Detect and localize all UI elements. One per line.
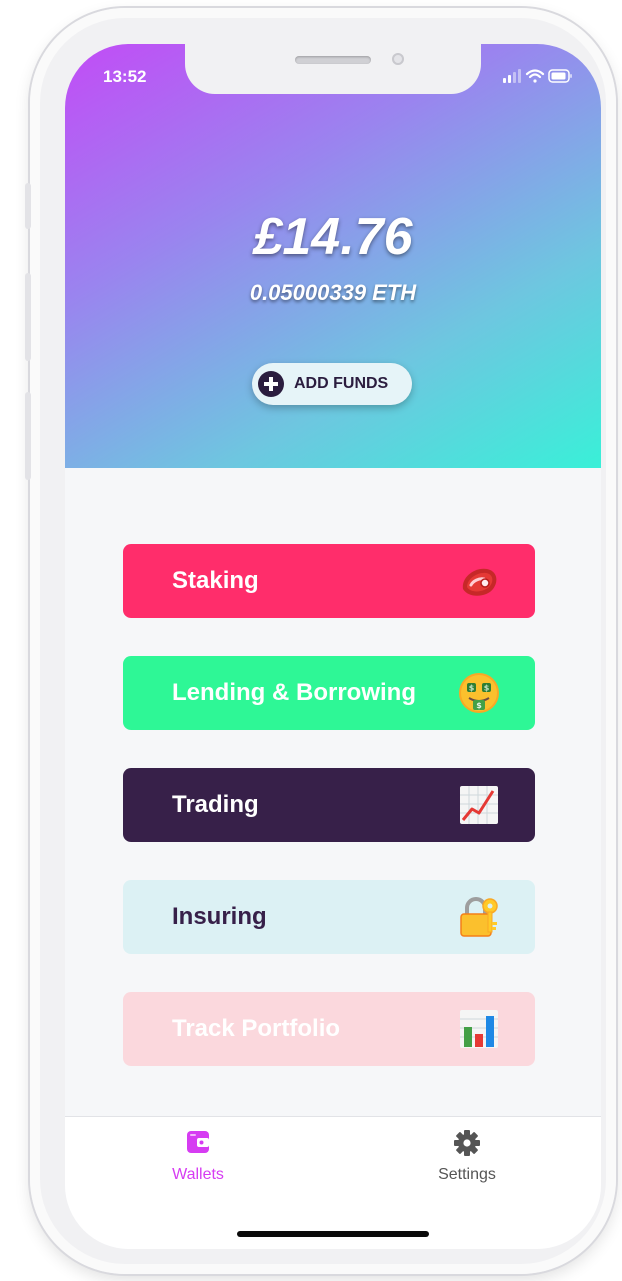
wallet-icon (187, 1131, 209, 1153)
staking-button[interactable]: Staking (123, 544, 535, 618)
volume-up-button (25, 273, 31, 361)
gear-icon (454, 1130, 480, 1156)
money-mouth-face-icon: $ $ $ (459, 673, 499, 713)
silent-switch (25, 183, 31, 229)
track-portfolio-label: Track Portfolio (172, 1015, 341, 1042)
tab-settings-label: Settings (438, 1166, 496, 1183)
add-funds-button[interactable]: ADD FUNDS (252, 363, 412, 405)
add-funds-label: ADD FUNDS (294, 375, 389, 392)
wifi-icon (525, 69, 545, 83)
signal-icon (503, 69, 521, 83)
locked-with-key-icon (460, 897, 498, 937)
front-camera (392, 53, 404, 65)
steak-icon (462, 568, 497, 596)
tab-settings[interactable]: Settings (407, 1129, 527, 1184)
tab-wallets-label: Wallets (172, 1166, 224, 1183)
app-screen: 13:52 £14.76 0.05000339 ETH ADD FUNDS St… (65, 44, 601, 1249)
battery-icon (548, 69, 572, 83)
plus-circle-icon (258, 371, 284, 397)
trading-button[interactable]: Trading (123, 768, 535, 842)
eth-amount: 0.05000339 ETH (249, 280, 417, 305)
balance-amount: £14.76 (253, 208, 413, 266)
track-portfolio-button[interactable]: Track Portfolio (123, 992, 535, 1066)
speaker-grille (295, 56, 371, 64)
phone-notch (185, 44, 481, 94)
status-time: 13:52 (103, 67, 147, 86)
status-icons (503, 69, 572, 83)
lending-borrowing-button[interactable]: Lending & Borrowing $ $ $ (123, 656, 535, 730)
insuring-label: Insuring (172, 903, 267, 930)
staking-label: Staking (172, 567, 259, 594)
home-indicator (237, 1231, 429, 1237)
svg-text:$: $ (484, 684, 490, 693)
tab-bar: Wallets Settings (65, 1116, 601, 1249)
tab-wallets[interactable]: Wallets (138, 1129, 258, 1184)
lending-borrowing-label: Lending & Borrowing (172, 679, 416, 706)
svg-text:$: $ (476, 701, 482, 710)
svg-text:$: $ (469, 684, 475, 693)
insuring-button[interactable]: Insuring (123, 880, 535, 954)
bar-chart-icon (460, 1010, 498, 1048)
chart-increasing-icon (460, 786, 498, 824)
trading-label: Trading (172, 791, 259, 818)
wallet-header: 13:52 £14.76 0.05000339 ETH ADD FUNDS (65, 44, 601, 468)
volume-down-button (25, 392, 31, 480)
